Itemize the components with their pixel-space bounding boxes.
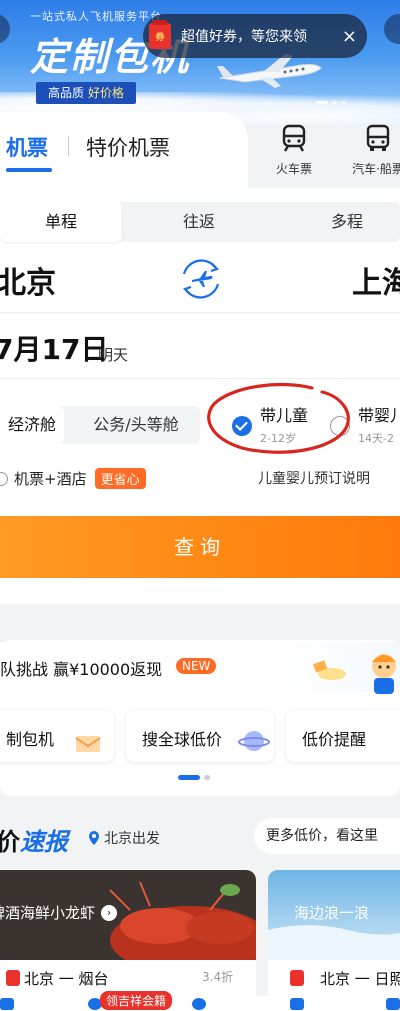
departure-city[interactable]: 北京 bbox=[0, 258, 56, 302]
banner-tag-main: 高品质 bbox=[48, 86, 85, 100]
pager-dot bbox=[341, 101, 346, 104]
divider bbox=[68, 136, 69, 156]
departure-location[interactable]: 北京出发 bbox=[88, 828, 160, 848]
red-bag-icon bbox=[6, 970, 20, 986]
banner-pager bbox=[316, 101, 346, 104]
divider bbox=[0, 378, 400, 379]
coupon-popup[interactable]: 券 超值好券，等您来领 × bbox=[143, 14, 367, 58]
banner-tag: 高品质 好价格 bbox=[36, 82, 137, 104]
promo-banner[interactable]: 一站式私人飞机服务平台 定制包机 高品质 好价格 券 超值好券，等您来领 × bbox=[0, 0, 400, 125]
banner-tag-accent: 好价格 bbox=[88, 86, 125, 100]
chevron-right-icon: › bbox=[101, 904, 118, 921]
tab-round-trip[interactable]: 往返 bbox=[138, 202, 260, 242]
banner-right-control[interactable] bbox=[384, 14, 400, 44]
pager-dot bbox=[332, 101, 337, 104]
tab-multi-city[interactable]: 多程 bbox=[286, 202, 400, 242]
deal-caption-text: 啤酒海鲜小龙虾 bbox=[0, 904, 96, 922]
unchecked-icon[interactable] bbox=[0, 471, 8, 486]
nav-service-icon[interactable] bbox=[192, 998, 206, 1010]
promo-challenge-text[interactable]: 队挑战 赢¥10000返现 bbox=[0, 656, 162, 680]
red-bag-icon bbox=[290, 970, 304, 986]
planet-icon bbox=[238, 731, 270, 751]
deal-card[interactable]: 海边浪一浪 北京 一 日照 bbox=[268, 870, 400, 1011]
child-infant-booking-info-link[interactable]: 儿童婴儿预订说明 bbox=[258, 468, 370, 488]
flight-hotel-badge: 更省心 bbox=[94, 468, 146, 489]
nav-home-icon[interactable] bbox=[0, 998, 14, 1010]
flight-hotel-option[interactable]: 机票+酒店 更省心 bbox=[0, 468, 146, 489]
trip-type-tabs: 单程 往返 多程 bbox=[0, 202, 400, 242]
tile-global-low-price-label: 搜全球低价 bbox=[142, 730, 223, 749]
arrival-city[interactable]: 上海 bbox=[352, 258, 400, 302]
deal-discount: 3.4折 bbox=[202, 970, 234, 984]
mascot-illustration bbox=[312, 654, 396, 694]
cabin-class-selector: 经济舱 公务/头等舱 bbox=[0, 406, 200, 444]
tile-price-alert[interactable]: 低价提醒 bbox=[286, 710, 400, 762]
category-train-label: 火车票 bbox=[275, 162, 312, 176]
deal-route: 北京 一 烟台 bbox=[24, 970, 109, 988]
pager-dot-active bbox=[316, 101, 328, 104]
nav-orders-icon[interactable] bbox=[290, 998, 304, 1010]
tile-charter-label: 制包机 bbox=[6, 730, 55, 749]
tile-global-low-price[interactable]: 搜全球低价 bbox=[126, 710, 274, 762]
tab-special-flights[interactable]: 特价机票 bbox=[86, 132, 170, 162]
pager-dot-active bbox=[178, 775, 200, 780]
with-infant-label: 带婴儿 bbox=[358, 406, 400, 425]
category-bus-label: 汽车·船票 bbox=[352, 162, 400, 176]
tile-charter[interactable]: 制包机 bbox=[0, 710, 114, 762]
more-low-prices-link[interactable]: 更多低价，看这里 bbox=[254, 818, 400, 854]
red-annotation-circle bbox=[207, 382, 350, 454]
with-infant-age: 14天-2 bbox=[358, 432, 394, 445]
departure-location-label: 北京出发 bbox=[104, 831, 160, 847]
nav-profile-icon[interactable] bbox=[386, 998, 400, 1010]
category-row: 机票 特价机票 火车票 汽车·船票 bbox=[0, 112, 400, 192]
bus-icon bbox=[366, 124, 390, 151]
banner-subtitle: 一站式私人飞机服务平台 bbox=[30, 10, 162, 23]
envelope-icon bbox=[75, 736, 101, 752]
new-badge: NEW bbox=[176, 658, 217, 674]
flight-hotel-label: 机票+酒店 bbox=[14, 470, 87, 488]
tile-price-alert-label: 低价提醒 bbox=[302, 730, 367, 749]
divider bbox=[0, 312, 400, 313]
tab-one-way[interactable]: 单程 bbox=[0, 202, 122, 242]
deals-title-b: 速报 bbox=[20, 828, 68, 856]
train-icon bbox=[282, 124, 306, 152]
deal-card[interactable]: 啤酒海鲜小龙虾 › 北京 一 烟台 3.4折 bbox=[0, 870, 256, 1011]
pager-dot bbox=[204, 775, 210, 780]
cabin-economy[interactable]: 经济舱 bbox=[0, 406, 64, 444]
coupon-icon: 券 bbox=[149, 20, 171, 49]
deals-title-a: 价 bbox=[0, 828, 20, 856]
search-button[interactable]: 查询 bbox=[0, 516, 400, 578]
departure-date[interactable]: 7月17日 bbox=[0, 328, 108, 368]
coupon-text[interactable]: 超值好券，等您来领 bbox=[181, 26, 342, 46]
tiles-pager bbox=[178, 775, 210, 780]
close-icon[interactable]: × bbox=[342, 26, 357, 47]
deal-route: 北京 一 日照 bbox=[320, 970, 400, 988]
deal-caption-text: 海边浪一浪 bbox=[294, 904, 370, 922]
deals-section-title: 价速报 bbox=[0, 822, 68, 857]
deal-caption: 海边浪一浪 bbox=[294, 902, 369, 923]
cabin-business-first[interactable]: 公务/头等舱 bbox=[80, 406, 192, 444]
swap-cities-icon[interactable] bbox=[178, 256, 224, 302]
booking-card: 单程 往返 多程 北京 上海 7月17日 明天 经济舱 公务/头等舱 带儿童 2… bbox=[0, 188, 400, 604]
departure-date-relative: 明天 bbox=[98, 346, 129, 364]
membership-badge[interactable]: 领吉祥会籍 bbox=[100, 991, 173, 1010]
category-bus[interactable]: 汽车·船票 bbox=[338, 124, 400, 177]
tab-flights[interactable]: 机票 bbox=[6, 132, 52, 172]
deal-caption: 啤酒海鲜小龙虾 › bbox=[0, 902, 118, 923]
banner-left-control[interactable] bbox=[0, 14, 10, 44]
category-train[interactable]: 火车票 bbox=[254, 124, 334, 177]
location-pin-icon bbox=[89, 831, 99, 845]
